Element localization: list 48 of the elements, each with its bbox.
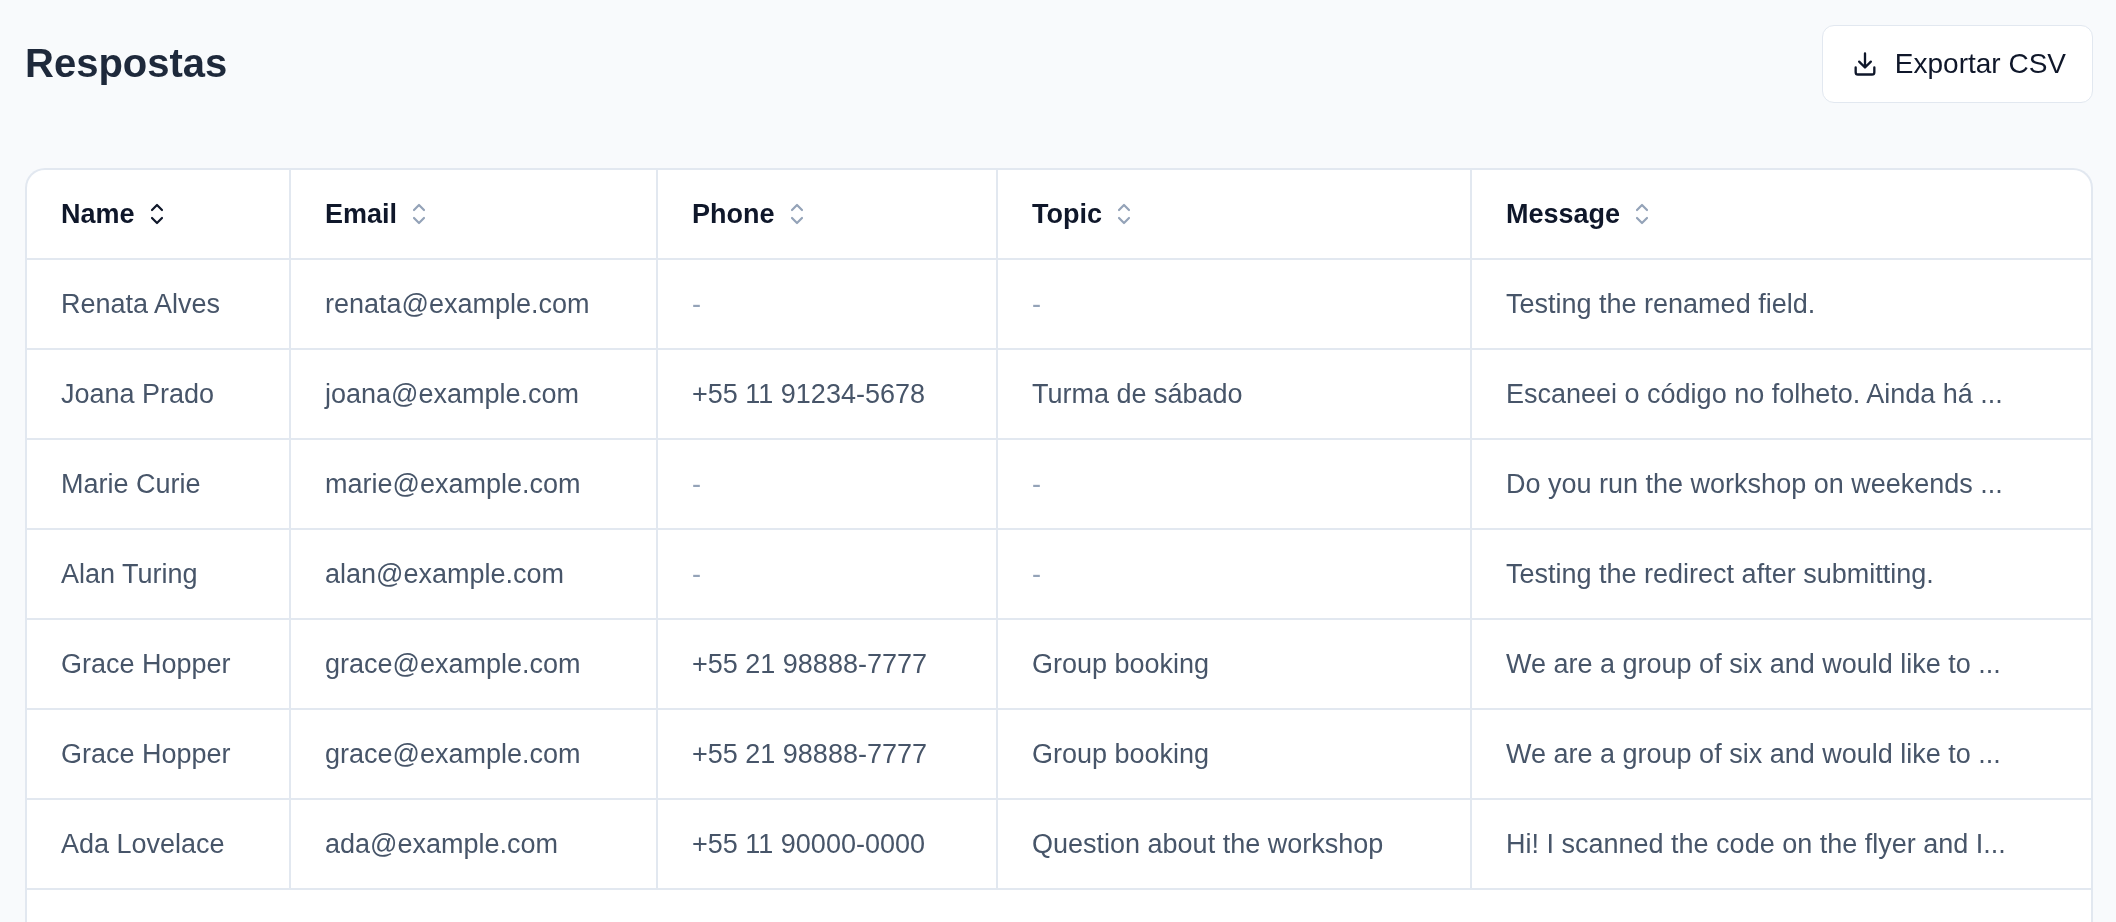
table-cell: Marie Curie xyxy=(61,468,201,500)
column-label: Message xyxy=(1506,198,1621,230)
column-label: Topic xyxy=(1032,198,1102,230)
table-cell: - xyxy=(692,468,701,500)
table-cell: +55 11 90000-0000 xyxy=(692,828,925,860)
table-cell: We are a group of six and would like to ... xyxy=(1506,648,2001,680)
export-csv-button[interactable]: Exportar CSV xyxy=(1821,24,2093,103)
table-cell: Do you run the workshop on weekends ... xyxy=(1506,468,2003,500)
table-cell: - xyxy=(1032,558,1041,590)
table-cell: +55 11 91234-5678 xyxy=(692,378,925,410)
table-cell: Question about the workshop xyxy=(1032,828,1384,860)
column-header[interactable]: Topic xyxy=(998,170,1472,258)
table-cell: We are a group of six and would like to ... xyxy=(1506,738,2001,770)
table-cell: - xyxy=(692,558,701,590)
table-cell: Joana Prado xyxy=(61,378,215,410)
column-label: Name xyxy=(61,198,135,230)
table-cell: ada@example.com xyxy=(325,828,559,860)
table-cell: - xyxy=(1032,288,1041,320)
column-label: Phone xyxy=(692,198,775,230)
table-cell: Testing the redirect after submitting. xyxy=(1506,558,1934,590)
table-cell: Escaneei o código no folheto. Ainda há ... xyxy=(1506,378,2003,410)
table-cell: +55 21 98888-7777 xyxy=(692,648,927,680)
table-cell: Testing the renamed field. xyxy=(1506,288,1816,320)
column-label: Email xyxy=(325,198,398,230)
page-title: Respostas xyxy=(25,41,228,86)
table-cell: Grace Hopper xyxy=(61,738,231,770)
column-header[interactable]: Message xyxy=(1472,170,2091,258)
column-header[interactable]: Name xyxy=(27,170,291,258)
table-cell: +55 21 98888-7777 xyxy=(692,738,927,770)
sort-icon[interactable] xyxy=(148,201,165,227)
table-cell: marie@example.com xyxy=(325,468,581,500)
table-cell: Renata Alves xyxy=(61,288,221,320)
table-cell: grace@example.com xyxy=(325,738,581,770)
table-cell: Group booking xyxy=(1032,738,1210,770)
table-cell: grace@example.com xyxy=(325,648,581,680)
column-header[interactable]: Phone xyxy=(658,170,998,258)
table-cell: Alan Turing xyxy=(61,558,198,590)
column-header[interactable]: Email xyxy=(291,170,658,258)
table-cell: renata@example.com xyxy=(325,288,590,320)
table-cell: Grace Hopper xyxy=(61,648,231,680)
table-cell: alan@example.com xyxy=(325,558,565,590)
table-cell: Group booking xyxy=(1032,648,1210,680)
table-cell: Turma de sábado xyxy=(1032,378,1243,410)
table-cell: Hi! I scanned the code on the flyer and I... xyxy=(1506,828,2006,860)
table-cell: joana@example.com xyxy=(325,378,580,410)
table-cell: Ada Lovelace xyxy=(61,828,225,860)
table-cell: - xyxy=(1032,468,1041,500)
table-cell: - xyxy=(692,288,701,320)
